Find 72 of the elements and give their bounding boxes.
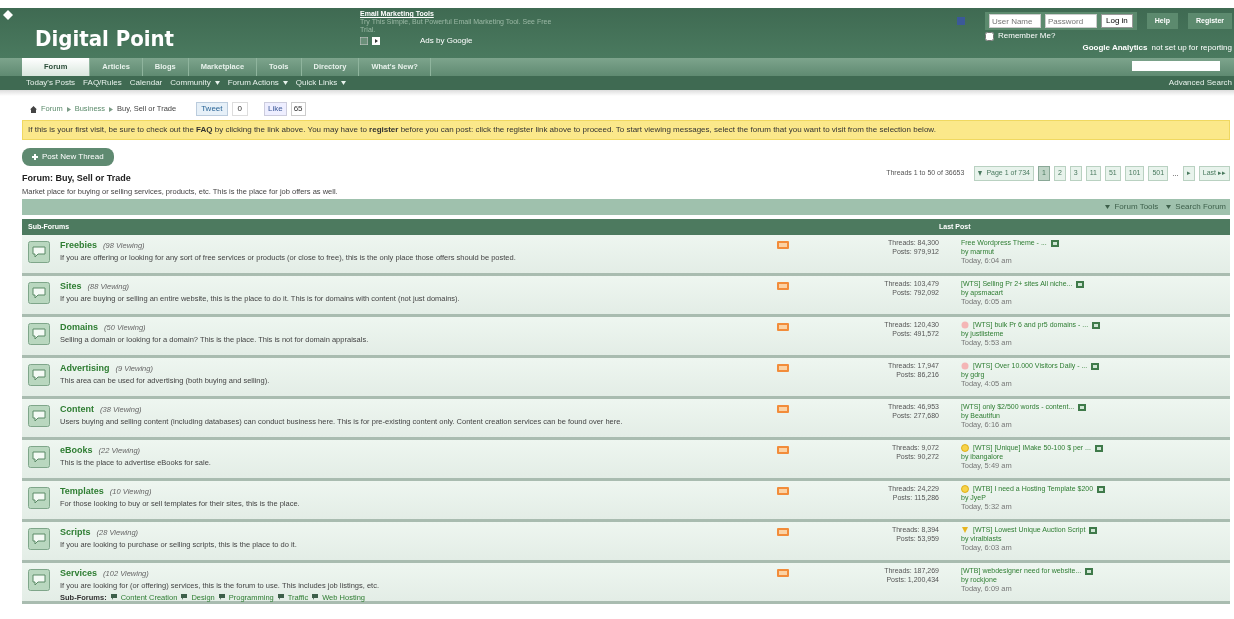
speech-bubble-icon [277, 594, 284, 601]
plus-icon [32, 154, 38, 160]
pagination-ellipsis: ... [1172, 167, 1179, 180]
speech-bubble-icon [28, 363, 50, 386]
go-to-post-icon[interactable] [1050, 239, 1059, 247]
board-name-link[interactable]: Domains [60, 321, 98, 332]
notice-message: If this is your first visit, be sure to check out the FAQ by clicking the link above. You may have to register before you can post: click the register link above to proceed. To start viewing messages, select the forum that you want to visit from the selection below. [22, 120, 1230, 140]
password-field[interactable]: Password [1045, 14, 1097, 28]
chevron-icon [66, 106, 71, 112]
search-field[interactable] [1132, 61, 1220, 71]
board-name-link[interactable]: Content [60, 403, 94, 414]
board-name-link[interactable]: Advertising [60, 362, 110, 373]
speech-bubble-icon [28, 240, 50, 263]
subnav-link[interactable]: Quick Links [295, 77, 347, 89]
speech-bubble-icon [110, 594, 117, 601]
subnav-link[interactable]: Community [170, 77, 220, 89]
caret-icon [1166, 204, 1172, 209]
login-button[interactable]: Log in [1101, 14, 1133, 28]
speech-bubble-icon [28, 568, 50, 591]
speech-bubble-icon [28, 322, 50, 345]
go-to-post-icon[interactable] [1078, 403, 1087, 411]
board-name-link[interactable]: Freebies [60, 239, 98, 250]
ad-attribution: Ads by Google [420, 36, 473, 46]
like-button[interactable]: Like [263, 102, 287, 116]
caret-icon [341, 81, 347, 85]
go-to-post-icon[interactable] [1089, 526, 1098, 534]
tweet-button[interactable]: Tweet [196, 102, 228, 116]
forum-title: Forum: Buy, Sell or Trade [22, 172, 132, 185]
subnav-link[interactable]: Calendar [129, 77, 163, 89]
username-field[interactable]: User Name [989, 14, 1041, 28]
analytics-label: Google Analytics [1082, 42, 1148, 54]
caret-icon [978, 171, 983, 176]
go-to-post-icon[interactable] [1097, 485, 1106, 493]
chevron-icon [109, 106, 114, 112]
analytics-note: not set up for reporting [1151, 42, 1232, 54]
speech-bubble-icon [28, 281, 50, 304]
post-thread-button[interactable]: Post New Thread [22, 148, 114, 166]
forum-tools-menu[interactable]: Forum Tools [1105, 200, 1159, 213]
speech-bubble-icon [28, 404, 50, 427]
speech-bubble-icon [181, 594, 188, 601]
speech-bubble-icon [28, 445, 50, 468]
subnav-link[interactable]: FAQ/Rules [83, 77, 122, 89]
board-name-link[interactable]: Scripts [60, 526, 91, 537]
remember-label: Remember Me? [998, 30, 1056, 42]
go-to-post-icon[interactable] [1091, 362, 1100, 370]
speech-bubble-icon [28, 486, 50, 509]
speech-bubble-icon [28, 527, 50, 550]
subnav-link[interactable]: Today's Posts [26, 77, 76, 89]
speech-bubble-icon [218, 594, 225, 601]
caret-icon [282, 81, 288, 85]
board-name-link[interactable]: Sites [60, 280, 82, 291]
caret-icon [214, 81, 220, 85]
subnav-link[interactable]: Forum Actions [227, 77, 288, 89]
home-icon[interactable] [30, 105, 37, 113]
diamond-icon [3, 10, 13, 20]
tweet-count: 0 [231, 102, 248, 116]
go-to-post-icon[interactable] [1076, 280, 1085, 288]
like-count: 65 [290, 102, 306, 116]
board-name-link[interactable]: Templates [60, 485, 104, 496]
previous-icon[interactable] [360, 36, 368, 45]
search-forum-menu[interactable]: Search Forum [1166, 200, 1226, 213]
go-to-post-icon[interactable] [1092, 321, 1101, 329]
advanced-search-link[interactable]: Advanced Search [1168, 77, 1232, 89]
remember-checkbox[interactable] [985, 31, 994, 41]
board-name-link[interactable]: Services [60, 567, 98, 578]
caret-icon [1105, 204, 1111, 209]
go-to-post-icon[interactable] [1085, 567, 1094, 575]
next-icon[interactable] [372, 36, 380, 45]
speech-bubble-icon [312, 594, 319, 601]
site-logo: Digital Point [34, 25, 176, 53]
go-to-post-icon[interactable] [1094, 444, 1103, 452]
board-name-link[interactable]: eBooks [60, 444, 93, 455]
